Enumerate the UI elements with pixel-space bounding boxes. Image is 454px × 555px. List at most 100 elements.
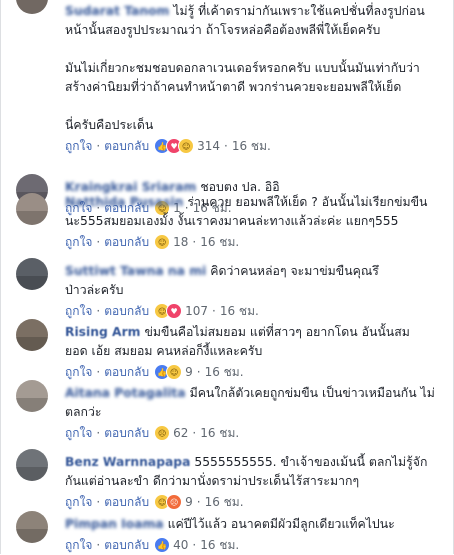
commenter-name[interactable]: Natthida Pusasin [65,195,183,209]
reaction-summary[interactable]: 👍 40 [154,537,188,553]
comment-line: กันแต่อ่านละขำ ดีกว่ามานั่งดราม่าประเด็น… [65,474,360,488]
timestamp[interactable]: 16 ชม. [205,363,244,382]
separator: · [192,426,197,440]
like-reaction-icon: 👍 [154,537,171,553]
comment-actions: ถูกใจ · ตอบกลับ ☺ 18 · 16 ชม. [65,233,445,251]
comment-thread: Sudarat Tanom ไม่รู้ ที่เค้าดราม่ากันเพรา… [0,0,454,554]
comment-text: Aitana Potagalita มีคนใกล้ตัวเคยถูกข่มขืน… [65,384,445,422]
reaction-count: 62 [173,426,189,440]
comment-line: นะ555สมยอมเองมั้ง งั้นเราคงมาคนล่ะทางแล้… [65,214,399,228]
comment-line: ป่าวล่ะครับ [65,283,124,297]
reaction-count: 9 [185,495,193,509]
like-link[interactable]: ถูกใจ [65,424,92,443]
commenter-name[interactable]: Suttiwt Tawna na mi [65,264,206,278]
comment-actions: ถูกใจ · ตอบกลับ ☹ 62 · 16 ชม. [65,424,445,442]
reaction-summary[interactable]: 👍 ♥ ☺ 314 [154,138,220,154]
timestamp[interactable]: 16 ชม. [200,233,239,252]
reaction-summary[interactable]: ☹ 62 [154,425,188,441]
timestamp[interactable]: 16 ชม. [200,536,239,555]
comment: Suttiwt Tawna na mi คิดว่าคนหล่อๆ จะมาข่ม… [1,258,453,320]
comment-actions: ถูกใจ · ตอบกลับ 👍 ☺ 9 · 16 ชม. [65,363,445,381]
reply-link[interactable]: ตอบกลับ [104,363,149,382]
avatar[interactable] [16,380,48,412]
reaction-count: 314 [197,139,221,153]
timestamp[interactable]: 16 ชม. [200,424,239,443]
avatar[interactable] [16,193,48,225]
avatar[interactable] [16,511,48,543]
reaction-summary[interactable]: ☺ 18 [154,234,188,250]
commenter-name[interactable]: Sudarat Tanom [65,4,169,18]
comment-line: ไม่รู้ ที่เค้าดราม่ากันเพราะใช้แคปชั่นที… [173,4,425,18]
like-link[interactable]: ถูกใจ [65,493,92,512]
comment: Rising Arm ข่มขืนคือไม่สมยอม แต่ที่สาวๆ อ… [1,319,453,381]
separator: · [224,139,228,153]
comment-line: มันไม่เกี่ยวกะชมชอบดอกลาเวนเดอร์หรอกครับ… [65,61,420,75]
reply-link[interactable]: ตอบกลับ [104,233,149,252]
like-link[interactable]: ถูกใจ [65,233,92,252]
separator: · [96,365,101,379]
separator: · [192,538,197,552]
haha-reaction-icon: ☺ [154,234,171,250]
reply-link[interactable]: ตอบกลับ [104,137,149,156]
comment-actions: ถูกใจ · ตอบกลับ ☺ ☹ 9 · 16 ชม. [65,493,445,511]
separator: · [196,365,201,379]
commenter-name[interactable]: Rising Arm [65,325,140,339]
like-link[interactable]: ถูกใจ [65,302,92,321]
sad-reaction-icon: ☹ [154,425,171,441]
comment: Pimpan Ioama แค่ปีไว้แล้ว อนาคตมีผัวมีลูก… [1,511,453,554]
timestamp[interactable]: 16 ชม. [205,493,244,512]
separator: · [96,304,101,318]
commenter-name[interactable]: Pimpan Ioama [65,517,164,531]
comment-line: ข่มขืนคือไม่สมยอม แต่ที่สาวๆ อยากโดน อัน… [144,325,410,339]
comment-text: Rising Arm ข่มขืนคือไม่สมยอม แต่ที่สาวๆ อ… [65,323,445,361]
like-link[interactable]: ถูกใจ [65,137,92,156]
like-link[interactable]: ถูกใจ [65,536,92,555]
comment-line: หน้านั้นสองรูปประมาณว่า ถ้าโจรหล่อคือต้อ… [65,23,381,37]
reaction-summary[interactable]: ☺ ♥ 107 [154,303,208,319]
comment-text: Sudarat Tanom ไม่รู้ ที่เค้าดราม่ากันเพรา… [65,0,445,135]
separator: · [192,235,197,249]
comment-text: Natthida Pusasin ร่านควย ยอมพลีให้เย็ด ? … [65,193,445,231]
comment-line: ยอด เอ้ย สมยอม คนหล่อก็งี้แหละครับ [65,344,263,358]
avatar[interactable] [16,258,48,290]
commenter-name[interactable]: Aitana Potagalita [65,386,186,400]
separator: · [96,495,101,509]
comment-line: นี่ครับคือประเด็น [65,118,154,132]
separator: · [96,538,101,552]
separator: · [212,304,216,318]
comment-text: Suttiwt Tawna na mi คิดว่าคนหล่อๆ จะมาข่ม… [65,262,445,300]
comment-line: แค่ปีไว้แล้ว อนาคตมีผัวมีลูกเดียวแท็คไปน… [167,517,395,531]
angry-reaction-icon: ☹ [166,494,183,510]
comment-actions: ถูกใจ · ตอบกลับ 👍 ♥ ☺ 314 · 16 ชม. [65,137,445,155]
haha-reaction-icon: ☺ [178,138,195,154]
comment-text: Pimpan Ioama แค่ปีไว้แล้ว อนาคตมีผัวมีลูก… [65,515,445,534]
timestamp[interactable]: 16 ชม. [220,302,259,321]
comment-line: สร้างค่านิยมที่ว่าถ้าคนทำหน้าตาดี พวกร่า… [65,80,402,94]
comment-actions: ถูกใจ · ตอบกลับ ☺ ♥ 107 · 16 ชม. [65,302,445,320]
commenter-name[interactable]: Kraingkrai Sriaram [65,180,196,194]
timestamp[interactable]: 16 ชม. [232,137,271,156]
separator: · [96,139,101,153]
love-reaction-icon: ♥ [166,303,183,319]
reply-link[interactable]: ตอบกลับ [104,424,149,443]
comment-actions: ถูกใจ · ตอบกลับ 👍 40 · 16 ชม. [65,536,445,554]
reaction-count: 9 [185,365,193,379]
comment-line: มีคนใกล้ตัวเคยถูกข่มขืน เป็นข่าวเหมือนกั… [189,386,435,400]
avatar[interactable] [16,0,48,14]
reaction-summary[interactable]: 👍 ☺ 9 [154,364,193,380]
comment: Aitana Potagalita มีคนใกล้ตัวเคยถูกข่มขืน… [1,380,453,442]
avatar[interactable] [16,319,48,351]
comment: Benz Warnnapapa 5555555555. ขำเจ้าของเม้น… [1,449,453,511]
reply-link[interactable]: ตอบกลับ [104,302,149,321]
commenter-name[interactable]: Benz Warnnapapa [65,455,190,469]
reply-link[interactable]: ตอบกลับ [104,536,149,555]
comment-text: Benz Warnnapapa 5555555555. ขำเจ้าของเม้น… [65,453,445,491]
reaction-summary[interactable]: ☺ ☹ 9 [154,494,193,510]
reply-link[interactable]: ตอบกลับ [104,493,149,512]
reaction-count: 18 [173,235,189,249]
comment-line: ชอบตง ปล. อิอิ [200,180,280,194]
reaction-count: 107 [185,304,209,318]
avatar[interactable] [16,449,48,481]
comment: Natthida Pusasin ร่านควย ยอมพลีให้เย็ด ? … [1,193,453,251]
like-link[interactable]: ถูกใจ [65,363,92,382]
